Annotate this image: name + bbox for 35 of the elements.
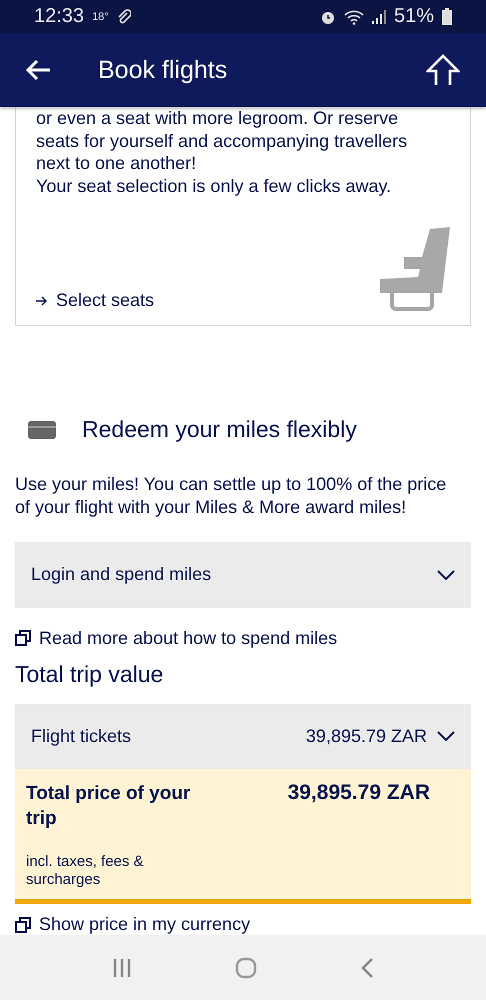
select-seats-link[interactable]: Select seats — [36, 290, 154, 311]
home-nav-icon[interactable] — [234, 956, 257, 978]
signal-icon — [372, 8, 386, 24]
total-amount: 39,895.79 ZAR — [286, 781, 431, 806]
miles-description: Use your miles! You can settle up to 100% of the price of your flight with your Miles & More award miles! — [15, 473, 448, 518]
card-icon — [28, 420, 56, 438]
external-link-icon — [15, 916, 31, 932]
card-text-line: or even a seat with more legroom. Or reserve — [36, 107, 400, 130]
read-more-link[interactable]: Read more about how to spend miles — [15, 628, 471, 648]
flight-tickets-row[interactable]: Flight tickets 39,895.79 ZAR — [15, 704, 471, 769]
home-button[interactable] — [426, 54, 460, 86]
login-miles-dropdown[interactable]: Login and spend miles — [15, 542, 471, 608]
card-text-line: Your seat selection is only a few clicks away. — [36, 174, 392, 197]
chevron-down-icon — [437, 731, 455, 742]
section-heading: Total trip value — [15, 660, 164, 688]
card-text-line: next to one another! — [36, 152, 198, 174]
wifi-icon — [344, 8, 364, 24]
battery-icon — [442, 8, 452, 25]
external-link-icon — [15, 630, 31, 646]
arrow-right-icon — [36, 296, 48, 306]
currency-link[interactable]: Show price in my currency — [15, 914, 471, 935]
recent-apps-icon[interactable] — [112, 958, 132, 978]
price-note: incl. taxes, fees & surcharges — [26, 853, 145, 889]
total-label: Total price of your trip — [26, 782, 192, 831]
page-title: Book flights — [98, 56, 228, 84]
clock-time: 12:33 — [34, 5, 84, 28]
section-heading: Redeem your miles flexibly — [82, 416, 357, 443]
card-text-line: seats for yourself and accompanying travellers — [36, 130, 408, 152]
temperature: 18° — [92, 10, 109, 22]
battery-level: 51% — [394, 5, 434, 28]
seat-icon — [378, 227, 450, 311]
paperclip-icon — [116, 8, 131, 24]
chevron-down-icon — [437, 570, 455, 580]
back-nav-icon[interactable] — [360, 956, 374, 978]
back-button[interactable] — [26, 59, 52, 81]
